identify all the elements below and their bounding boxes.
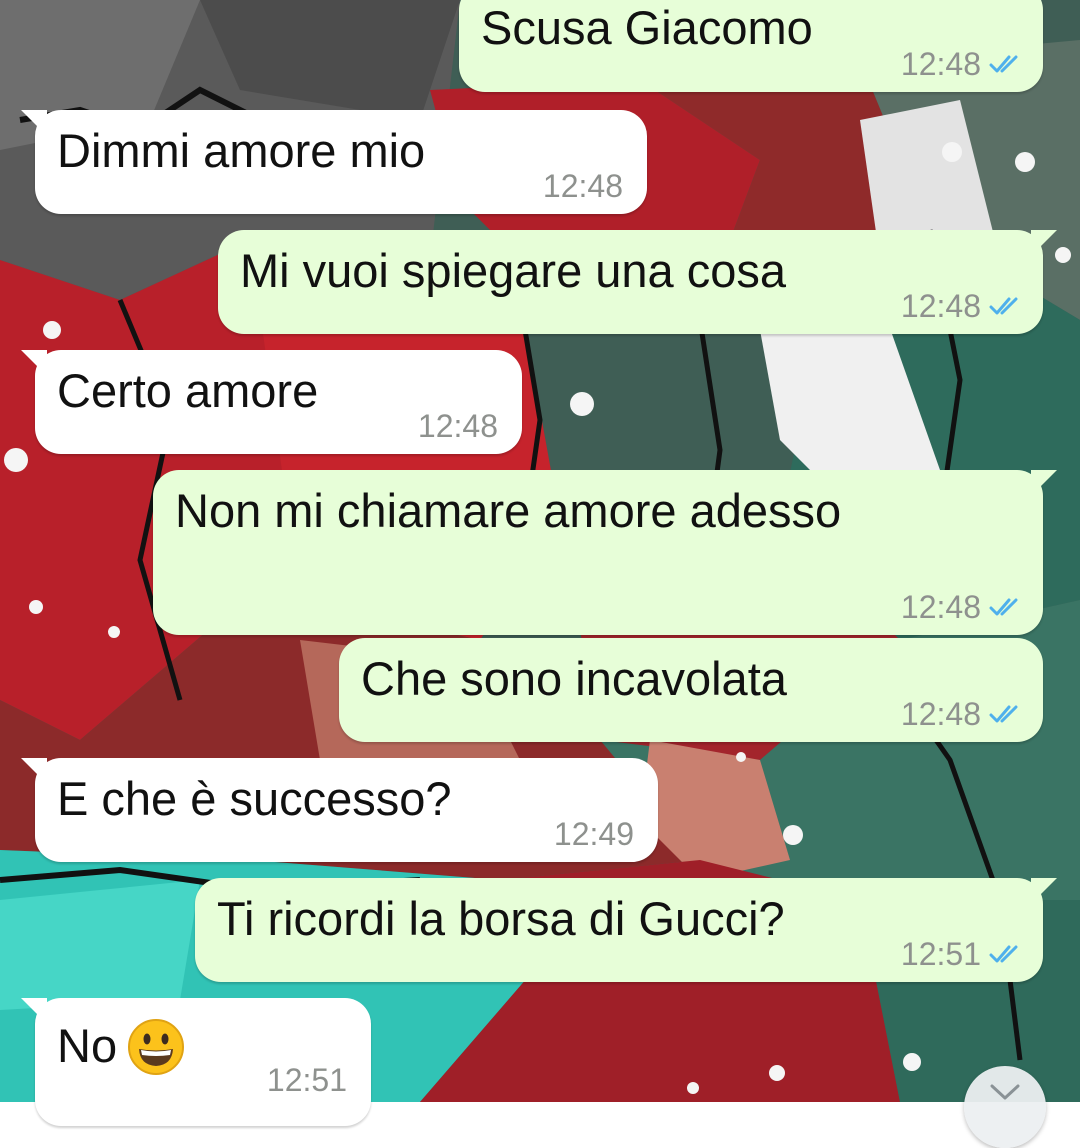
double-check-icon: [989, 297, 1018, 315]
message-text: Non mi chiamare amore adesso: [175, 484, 842, 537]
message-text: Certo amore: [57, 364, 319, 417]
message-text: E che è successo?: [57, 772, 452, 825]
message-meta: 12:51: [901, 936, 1023, 972]
message-text: Dimmi amore mio: [57, 124, 426, 177]
bubble-tail: [21, 998, 47, 1024]
double-check-icon: [989, 945, 1018, 963]
message-meta: 12:48: [901, 288, 1023, 324]
message-bubble-outgoing[interactable]: Non mi chiamare amore adesso 12:48: [153, 470, 1057, 635]
message-bubble-incoming[interactable]: Certo amore 12:48: [21, 350, 522, 454]
message-time: 12:48: [900, 589, 981, 625]
bubble-tail: [21, 350, 47, 376]
message-time: 12:48: [417, 408, 498, 444]
message-time: 12:48: [542, 168, 623, 204]
grinning-face-emoji: [128, 1019, 185, 1075]
message-meta: 12:49: [554, 816, 634, 852]
bubble-tail: [1031, 470, 1057, 496]
message-bubble-outgoing[interactable]: Ti ricordi la borsa di Gucci? 12:51: [195, 878, 1057, 982]
double-check-icon: [989, 55, 1018, 73]
message-meta: 12:51: [267, 1062, 347, 1098]
message-bubble-outgoing[interactable]: Che sono incavolata 12:48: [339, 638, 1043, 742]
message-bubble-outgoing[interactable]: Mi vuoi spiegare una cosa 12:48: [218, 230, 1057, 334]
double-check-icon: [989, 598, 1018, 616]
message-meta: 12:48: [901, 589, 1023, 625]
message-time: 12:48: [900, 288, 981, 324]
message-bubble-outgoing[interactable]: Scusa Giacomo 12:48: [459, 0, 1043, 92]
message-meta: 12:48: [543, 168, 623, 204]
bubble-tail: [21, 110, 47, 136]
message-time: 12:51: [900, 936, 981, 972]
message-text: No: [57, 1019, 118, 1072]
double-check-icon: [989, 705, 1018, 723]
chevron-down-icon: [990, 1084, 1020, 1100]
message-bubble-incoming[interactable]: E che è successo? 12:49: [21, 758, 658, 862]
message-text-container: No: [57, 1018, 185, 1076]
message-meta: 12:48: [901, 696, 1023, 732]
message-text: Scusa Giacomo: [481, 1, 813, 54]
message-time: 12:48: [900, 46, 981, 82]
bubble-tail: [1031, 0, 1041, 10]
scroll-to-bottom-button[interactable]: [964, 1066, 1046, 1148]
bubble-tail: [1031, 230, 1057, 256]
message-meta: 12:48: [418, 408, 498, 444]
message-bubble-incoming[interactable]: No 12:51: [21, 998, 371, 1126]
message-meta: 12:48: [901, 46, 1023, 82]
message-text: Ti ricordi la borsa di Gucci?: [217, 892, 785, 945]
bubble-tail: [21, 758, 47, 784]
message-time: 12:49: [553, 816, 634, 852]
message-text: Che sono incavolata: [361, 652, 787, 705]
message-time: 12:48: [900, 696, 981, 732]
message-time: 12:51: [266, 1062, 347, 1098]
bubble-tail: [1031, 878, 1057, 904]
message-text: Mi vuoi spiegare una cosa: [240, 244, 787, 297]
message-bubble-incoming[interactable]: Dimmi amore mio 12:48: [21, 110, 647, 214]
